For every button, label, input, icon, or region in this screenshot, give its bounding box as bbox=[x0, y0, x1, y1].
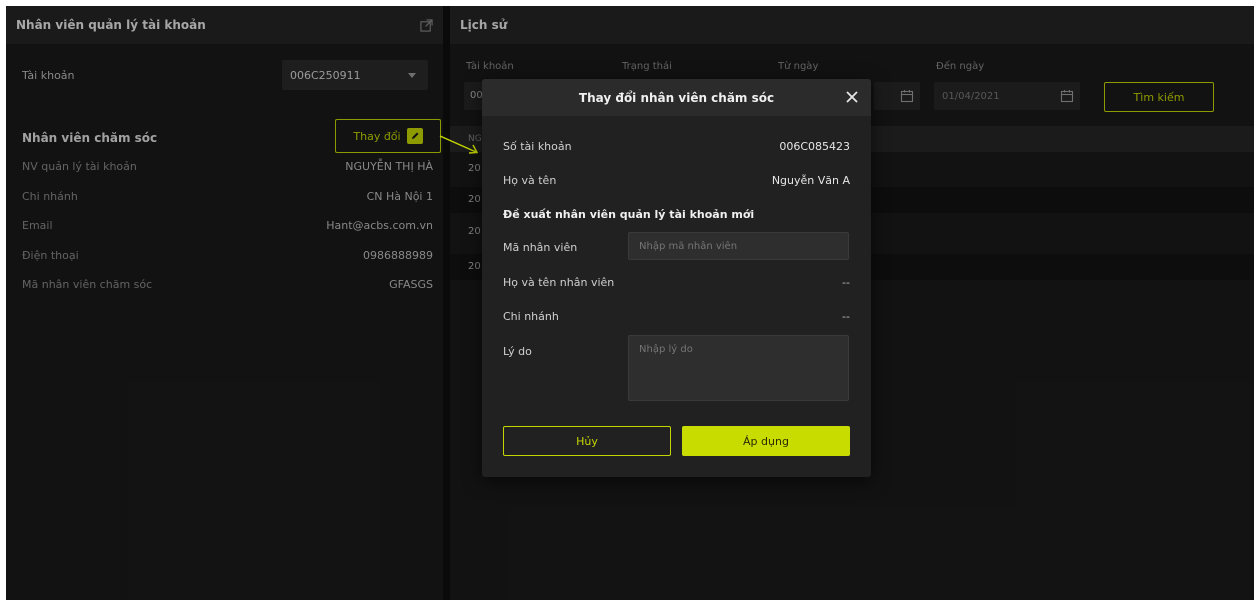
close-icon[interactable] bbox=[843, 88, 861, 106]
apply-button[interactable]: Áp dụng bbox=[682, 426, 850, 456]
modal-header: Thay đổi nhân viên chăm sóc bbox=[482, 79, 871, 116]
branch-value: -- bbox=[842, 310, 850, 323]
modal-name-label: Họ và tên bbox=[503, 174, 557, 187]
modal-name-row: Họ và tên Nguyễn Văn A bbox=[503, 174, 850, 187]
modal-account-label: Số tài khoản bbox=[503, 140, 572, 153]
modal-account-row: Số tài khoản 006C085423 bbox=[503, 140, 850, 153]
emp-code-input[interactable] bbox=[628, 232, 849, 260]
modal-name-value: Nguyễn Văn A bbox=[771, 174, 850, 187]
branch-label: Chi nhánh bbox=[503, 310, 559, 323]
change-staff-modal: Thay đổi nhân viên chăm sóc Số tài khoản… bbox=[482, 79, 871, 477]
apply-button-label: Áp dụng bbox=[743, 434, 789, 448]
cancel-button-label: Hủy bbox=[576, 434, 598, 448]
annotation-arrow-icon bbox=[439, 135, 479, 154]
cancel-button[interactable]: Hủy bbox=[503, 426, 671, 456]
reason-label: Lý do bbox=[503, 345, 532, 358]
emp-name-label: Họ và tên nhân viên bbox=[503, 276, 615, 289]
emp-name-value: -- bbox=[842, 276, 850, 289]
modal-title: Thay đổi nhân viên chăm sóc bbox=[578, 90, 775, 105]
modal-subtitle: Đề xuất nhân viên quản lý tài khoản mới bbox=[503, 208, 755, 221]
emp-code-label: Mã nhân viên bbox=[503, 241, 578, 254]
reason-textarea[interactable] bbox=[628, 335, 849, 401]
modal-account-value: 006C085423 bbox=[779, 140, 850, 153]
